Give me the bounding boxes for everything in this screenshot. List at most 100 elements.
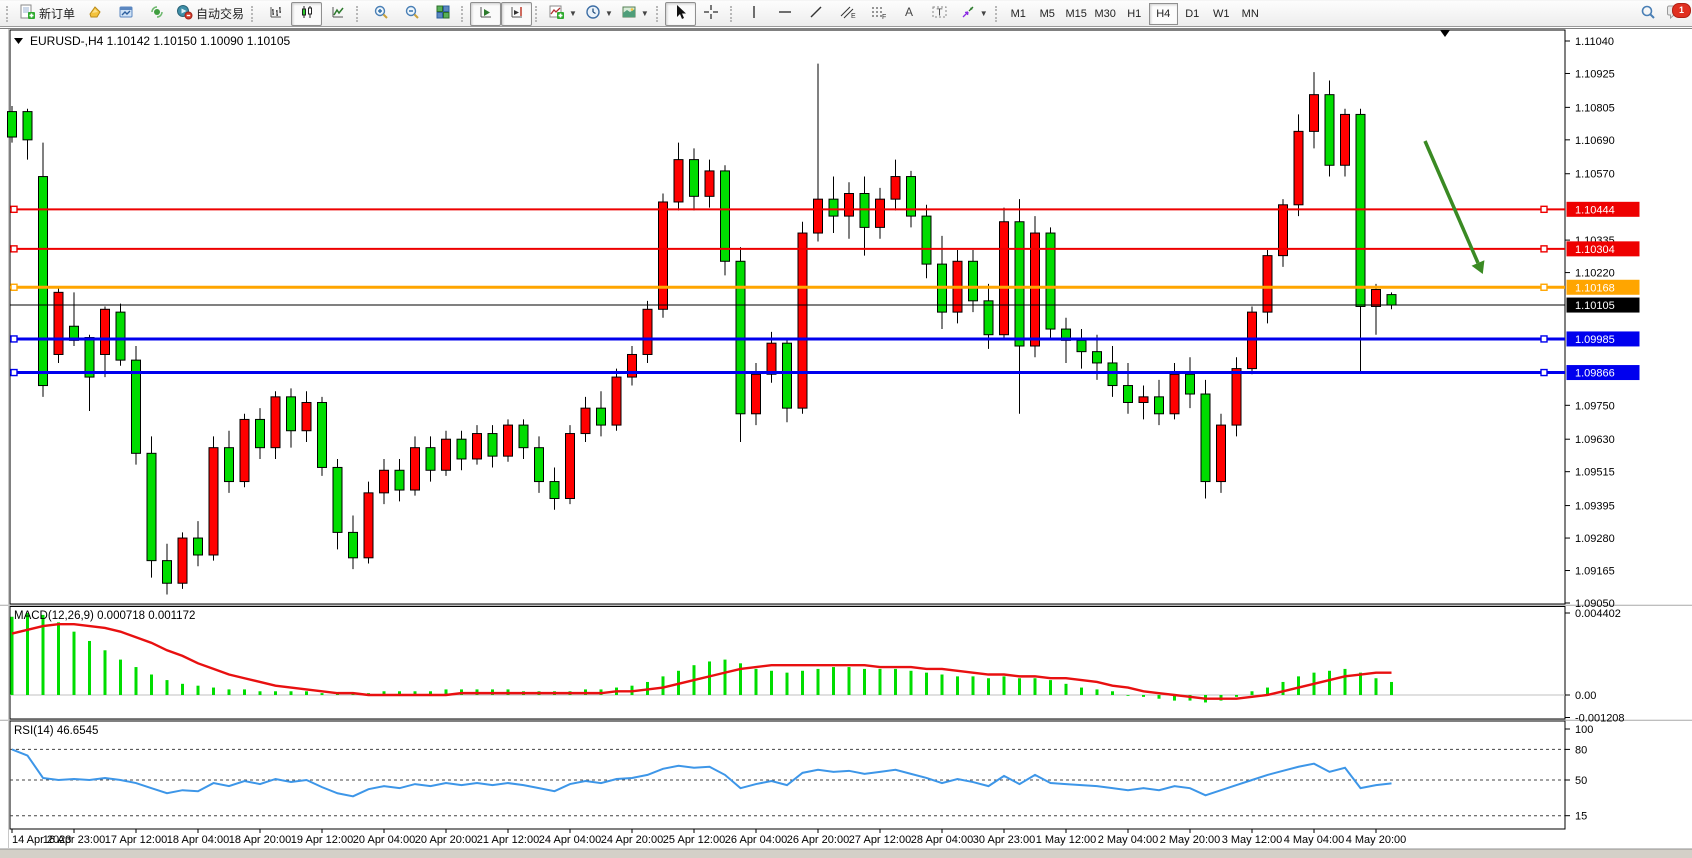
equidistant-channel-button[interactable]: E xyxy=(832,2,863,26)
bar-chart-button[interactable] xyxy=(260,2,291,26)
timeframe-mn-button[interactable]: MN xyxy=(1236,3,1265,25)
data-window-button[interactable] xyxy=(110,2,141,26)
svg-text:21 Apr 12:00: 21 Apr 12:00 xyxy=(477,834,539,846)
eurusd-h4-chart[interactable]: 1.110401.109251.108051.106901.105701.103… xyxy=(0,27,1692,858)
svg-text:27 Apr 12:00: 27 Apr 12:00 xyxy=(849,834,911,846)
svg-text:26 Apr 20:00: 26 Apr 20:00 xyxy=(787,834,849,846)
chart-shift-button[interactable] xyxy=(501,2,532,26)
dropdown-arrow-icon: ▼ xyxy=(569,9,577,18)
svg-text:1.09515: 1.09515 xyxy=(1575,467,1615,479)
arrows-icon xyxy=(960,4,976,23)
tile-windows-button[interactable] xyxy=(427,2,458,26)
navigator-button[interactable] xyxy=(141,2,172,26)
timeframe-h1-button[interactable]: H1 xyxy=(1120,3,1149,25)
text-button[interactable]: A xyxy=(894,2,925,26)
timeframe-w1-button[interactable]: W1 xyxy=(1207,3,1236,25)
svg-text:-0.001208: -0.001208 xyxy=(1575,713,1625,725)
svg-text:15: 15 xyxy=(1575,811,1587,823)
svg-text:1.10805: 1.10805 xyxy=(1575,102,1615,114)
panel-frames xyxy=(0,29,1692,858)
timeframe-m15-button[interactable]: M15 xyxy=(1062,3,1091,25)
svg-text:20 Apr 20:00: 20 Apr 20:00 xyxy=(415,834,477,846)
indicators-button[interactable]: ▼ xyxy=(544,2,581,26)
fibonacci-button[interactable]: F xyxy=(863,2,894,26)
timeframe-toolbar: M1M5M15M30H1H4D1W1MN xyxy=(1004,3,1265,25)
search-icon xyxy=(1640,4,1656,23)
chart-title: EURUSD-,H4 1.10142 1.10150 1.10090 1.101… xyxy=(14,34,291,48)
timeframe-m30-button[interactable]: M30 xyxy=(1091,3,1120,25)
new-order-icon xyxy=(19,4,36,23)
toolbar-grip xyxy=(535,6,540,22)
svg-text:50: 50 xyxy=(1575,775,1587,787)
auto-scroll-button[interactable] xyxy=(470,2,501,26)
timeframe-m1-button[interactable]: M1 xyxy=(1004,3,1033,25)
market-watch-button[interactable] xyxy=(79,2,110,26)
svg-text:19 Apr 12:00: 19 Apr 12:00 xyxy=(291,834,353,846)
svg-text:1.10304: 1.10304 xyxy=(1575,244,1615,256)
svg-text:1.09280: 1.09280 xyxy=(1575,533,1615,545)
svg-text:4 May 20:00: 4 May 20:00 xyxy=(1346,834,1407,846)
vertical-line-button[interactable] xyxy=(739,2,770,26)
chart-window[interactable]: 1.110401.109251.108051.106901.105701.103… xyxy=(0,27,1692,858)
svg-text:24 Apr 04:00: 24 Apr 04:00 xyxy=(539,834,601,846)
toolbar-grip xyxy=(356,6,361,22)
candlestick-chart-icon xyxy=(299,4,315,23)
toolbar-grip xyxy=(995,6,1000,22)
text-label-button[interactable]: T xyxy=(925,2,956,26)
line-chart-button[interactable] xyxy=(322,2,353,26)
zoom-in-button[interactable] xyxy=(365,2,396,26)
svg-text:1.10925: 1.10925 xyxy=(1575,68,1615,80)
dropdown-arrow-icon: ▼ xyxy=(980,9,988,18)
timeframe-h4-button[interactable]: H4 xyxy=(1149,3,1178,25)
templates-icon xyxy=(621,4,637,23)
svg-text:30 Apr 23:00: 30 Apr 23:00 xyxy=(973,834,1035,846)
svg-text:2 May 20:00: 2 May 20:00 xyxy=(1160,834,1221,846)
zoom-out-button[interactable] xyxy=(396,2,427,26)
svg-text:100: 100 xyxy=(1575,724,1593,736)
timeframe-d1-button[interactable]: D1 xyxy=(1178,3,1207,25)
svg-text:2 May 04:00: 2 May 04:00 xyxy=(1098,834,1159,846)
toolbar-grip xyxy=(251,6,256,22)
svg-text:20 Apr 04:00: 20 Apr 04:00 xyxy=(353,834,415,846)
svg-text:1.10570: 1.10570 xyxy=(1575,169,1615,181)
cursor-icon xyxy=(673,4,687,23)
svg-text:0.004402: 0.004402 xyxy=(1575,608,1621,620)
svg-text:1.10690: 1.10690 xyxy=(1575,135,1615,147)
svg-text:24 Apr 20:00: 24 Apr 20:00 xyxy=(601,834,663,846)
toolbar-grip xyxy=(6,6,11,22)
svg-text:1 May 12:00: 1 May 12:00 xyxy=(1036,834,1097,846)
periods-button[interactable]: ▼ xyxy=(581,2,617,26)
svg-text:F: F xyxy=(882,14,886,20)
market-watch-icon xyxy=(87,4,103,23)
svg-text:1.09165: 1.09165 xyxy=(1575,566,1615,578)
toolbar-grip xyxy=(656,6,661,22)
new-order-button[interactable]: 新订单 xyxy=(15,2,79,26)
toolbar-grip xyxy=(730,6,735,22)
crosshair-button[interactable] xyxy=(696,2,727,26)
vertical-line-icon xyxy=(748,4,760,23)
candlestick-chart-button[interactable] xyxy=(291,2,322,26)
svg-text:MACD(12,26,9) 0.000718 0.00117: MACD(12,26,9) 0.000718 0.001172 xyxy=(14,610,195,622)
equidistant-channel-icon: E xyxy=(839,4,856,23)
cursor-button[interactable] xyxy=(665,2,696,26)
svg-text:T: T xyxy=(937,8,943,19)
horizontal-line-icon xyxy=(777,4,793,23)
svg-text:A: A xyxy=(905,5,913,19)
trendline-button[interactable] xyxy=(801,2,832,26)
crosshair-icon xyxy=(703,4,719,23)
toolbar: 新订单 自动交易 xyxy=(0,1,1692,27)
search-button[interactable] xyxy=(1632,2,1663,26)
templates-button[interactable]: ▼ xyxy=(617,2,653,26)
dropdown-arrow-icon: ▼ xyxy=(641,9,649,18)
svg-text:28 Apr 04:00: 28 Apr 04:00 xyxy=(911,834,973,846)
arrows-button[interactable]: ▼ xyxy=(956,2,992,26)
timeframe-m5-button[interactable]: M5 xyxy=(1033,3,1062,25)
bar-chart-icon xyxy=(268,4,284,23)
notifications-button[interactable]: 1 xyxy=(1663,3,1689,25)
autotrading-button[interactable]: 自动交易 xyxy=(172,2,248,26)
svg-text:1.09866: 1.09866 xyxy=(1575,368,1615,380)
text-icon: A xyxy=(902,4,916,23)
trendline-icon xyxy=(808,4,824,23)
horizontal-line-button[interactable] xyxy=(770,2,801,26)
svg-text:1.09750: 1.09750 xyxy=(1575,400,1615,412)
